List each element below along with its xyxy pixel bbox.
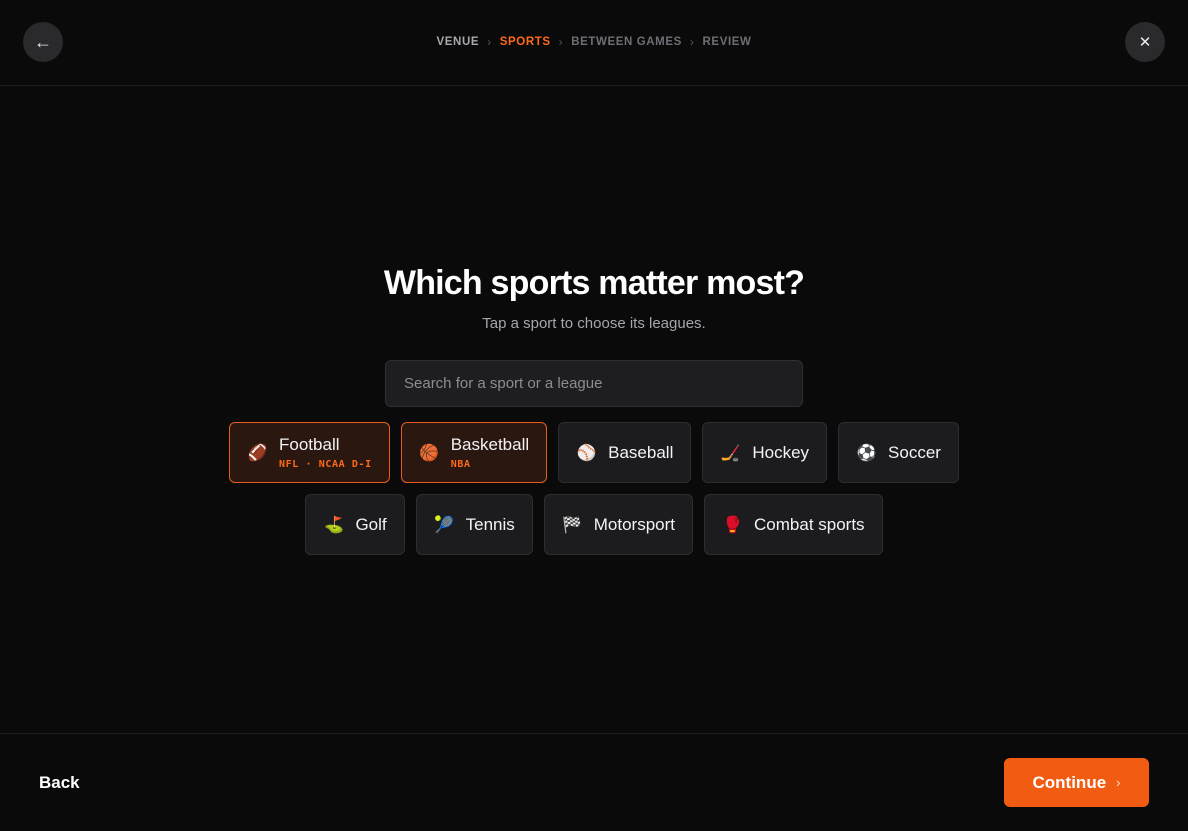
search-input[interactable]: [385, 360, 803, 407]
sport-card-text: Combat sports: [754, 515, 865, 535]
continue-button[interactable]: Continue ›: [1004, 758, 1149, 807]
footer: Back Continue ›: [0, 733, 1188, 831]
sport-card-text: Motorsport: [594, 515, 675, 535]
sport-card-motorsport[interactable]: 🏁 Motorsport: [543, 494, 694, 555]
sport-card-golf[interactable]: ⛳ Golf: [305, 494, 405, 555]
sport-name: Tennis: [465, 514, 515, 534]
sport-card-text: Tennis: [466, 515, 515, 535]
sport-name: Hockey: [752, 442, 810, 462]
sport-card-text: Baseball: [608, 443, 673, 463]
sport-card-hockey[interactable]: 🏒 Hockey: [702, 422, 828, 483]
continue-label: Continue: [1032, 772, 1107, 792]
sports-row-2: ⛳ Golf 🎾 Tennis 🏁 Motorsport 🥊 Combat sports: [0, 494, 1188, 555]
sport-name: Football: [279, 435, 340, 454]
selected-leagues: NFL · NCAA D-I: [279, 459, 372, 470]
selected-leagues: NBA: [450, 459, 471, 470]
sport-card-text: Hockey: [752, 443, 809, 463]
tennis-ball-icon: 🎾: [434, 515, 455, 534]
american-football-icon: 🏈: [247, 443, 268, 462]
sport-card-text: Golf: [355, 515, 386, 535]
sport-card-baseball[interactable]: ⚾ Baseball: [558, 422, 692, 483]
sport-card-combat-sports[interactable]: 🥊 Combat sports: [704, 494, 883, 555]
page-title: Which sports matter most?: [383, 264, 805, 302]
chevron-right-icon: ›: [689, 35, 695, 49]
breadcrumb-step-venue[interactable]: VENUE: [437, 36, 480, 48]
sports-row-1: 🏈 Football NFL · NCAA D-I 🏀 Basketball NBA ⚾ Ba…: [0, 422, 1188, 483]
close-icon: ✕: [1138, 34, 1152, 51]
breadcrumb-step-between-games[interactable]: BETWEEN GAMES: [571, 36, 682, 48]
header: ← VENUE › SPORTS › BETWEEN GAMES › REVIE…: [0, 0, 1188, 86]
breadcrumb-step-sports[interactable]: SPORTS: [500, 36, 551, 48]
sport-card-text: Basketball NBA: [451, 435, 529, 470]
sport-card-tennis[interactable]: 🎾 Tennis: [415, 494, 533, 555]
boxing-glove-icon: 🥊: [722, 515, 743, 534]
basketball-icon: 🏀: [419, 443, 440, 462]
chevron-right-icon: ›: [1116, 775, 1121, 790]
sport-card-basketball[interactable]: 🏀 Basketball NBA: [400, 422, 548, 483]
soccer-ball-icon: ⚽: [856, 443, 877, 462]
sport-name: Motorsport: [593, 514, 676, 534]
sport-name: Basketball: [450, 435, 530, 454]
sport-card-soccer[interactable]: ⚽ Soccer: [838, 422, 959, 483]
breadcrumb: VENUE › SPORTS › BETWEEN GAMES › REVIEW: [0, 35, 1188, 49]
sport-card-football[interactable]: 🏈 Football NFL · NCAA D-I: [229, 422, 390, 483]
sport-card-text: Football NFL · NCAA D-I: [279, 435, 372, 470]
sport-card-text: Soccer: [888, 443, 941, 463]
baseball-icon: ⚾: [576, 443, 597, 462]
breadcrumb-step-review[interactable]: REVIEW: [703, 36, 752, 48]
sport-name: Combat sports: [754, 514, 865, 534]
sports-selection-screen: ← VENUE › SPORTS › BETWEEN GAMES › REVIE…: [0, 0, 1188, 831]
chevron-right-icon: ›: [487, 35, 492, 49]
chevron-right-icon: ›: [558, 35, 564, 49]
close-button[interactable]: ✕: [1125, 22, 1165, 62]
sport-name: Baseball: [608, 442, 674, 462]
page-subtitle: Tap a sport to choose its leagues.: [482, 315, 706, 332]
hockey-stick-icon: 🏒: [720, 443, 741, 462]
sport-name: Golf: [355, 514, 387, 534]
back-button[interactable]: Back: [39, 773, 80, 793]
golf-flag-icon: ⛳: [323, 515, 344, 534]
checkered-flag-icon: 🏁: [562, 515, 583, 534]
sport-name: Soccer: [888, 442, 941, 462]
